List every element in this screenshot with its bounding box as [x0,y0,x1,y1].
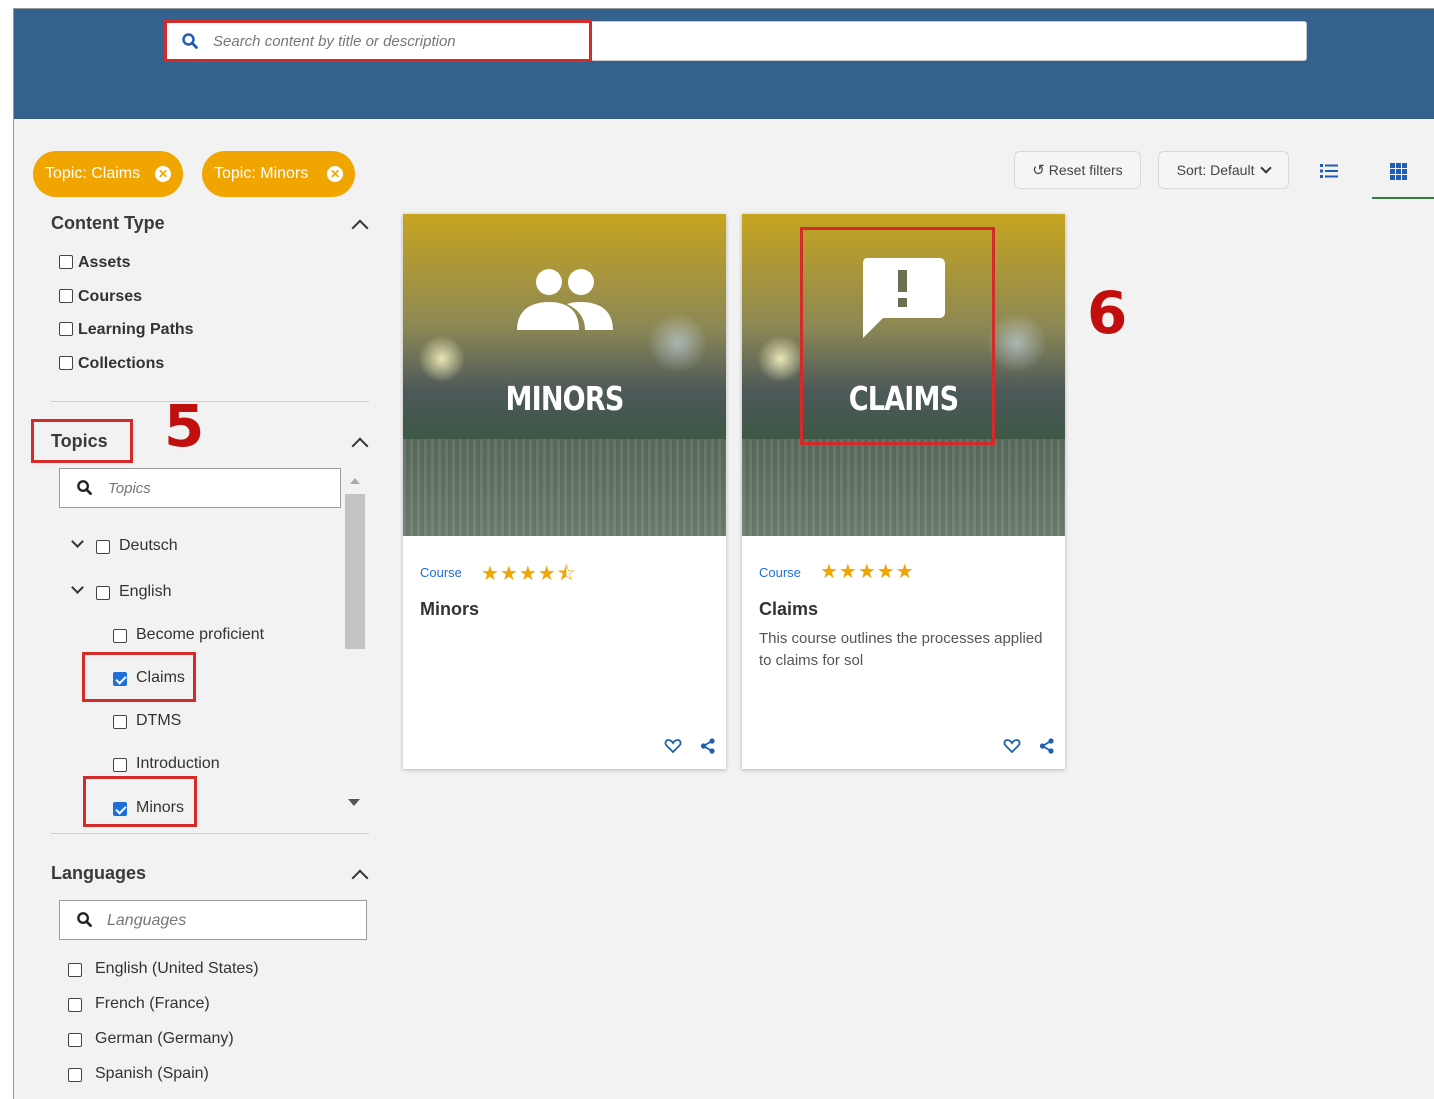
checkbox-assets[interactable] [59,255,73,269]
topics-search-input[interactable]: Topics [108,480,151,497]
minors-callout-box [83,776,197,827]
grid-view-icon[interactable] [1390,163,1407,185]
content-type-badge: Course [420,565,462,580]
rating-stars: ★★★★⯪ [481,563,577,585]
card-actions [664,738,716,759]
scroll-up-arrow-icon[interactable] [350,478,360,484]
share-icon[interactable] [1039,738,1055,759]
languages-search-input[interactable]: Languages [107,912,186,930]
chevron-up-icon[interactable] [351,437,369,455]
chevron-up-icon[interactable] [351,219,369,237]
topic-label: DTMS [136,712,182,729]
search-callout-box [164,20,592,62]
course-thumbnail: MINORS [403,214,726,536]
remove-chip-icon[interactable]: ✕ [155,166,171,182]
claims-callout-box [82,652,196,702]
checkbox-topic-dtms[interactable] [113,715,127,729]
checkbox-courses[interactable] [59,289,73,303]
stadium-turf [403,439,726,536]
search-icon [76,479,93,501]
sort-label: Sort: Default [1176,162,1255,178]
people-group-icon [515,266,615,337]
checkbox-topic-become-proficient[interactable] [113,629,127,643]
card-title[interactable]: Minors [420,599,479,620]
scroll-down-arrow-icon[interactable] [348,799,360,806]
checkbox-language-fr-fr[interactable] [68,998,82,1012]
topic-label: Deutsch [119,537,178,554]
annotation-step-5: 5 [164,392,205,460]
chevron-down-icon[interactable] [71,581,84,594]
heart-icon[interactable] [664,738,682,759]
chevron-down-icon [1260,162,1273,174]
thumbnail-text: MINORS [505,379,624,418]
reset-icon: ↺ [1032,162,1045,179]
stadium-turf [742,439,1065,536]
languages-search-field[interactable]: Languages [59,900,367,940]
checkbox-language-es-es[interactable] [68,1068,82,1082]
checkbox-topic-english[interactable] [96,586,110,600]
topics-search-field[interactable]: Topics [59,468,341,508]
sort-dropdown[interactable]: Sort: Default [1158,151,1289,189]
divider [51,833,369,834]
course-card-minors[interactable]: MINORS Course ★★★★⯪ Minors [403,214,726,769]
card-description: This course outlines the processes appli… [759,630,1043,669]
filter-chip-claims[interactable]: Topic: Claims ✕ [33,151,183,197]
scrollbar-thumb[interactable] [345,494,365,649]
checkbox-collections[interactable] [59,356,73,370]
card-actions [1003,738,1055,759]
content-type-label: Courses [78,288,143,305]
annotation-step-6: 6 [1087,279,1128,347]
language-label: German (Germany) [95,1030,234,1047]
chip-label: Topic: Claims [45,165,141,182]
reset-filters-button[interactable]: ↺ Reset filters [1014,151,1141,189]
language-label: English (United States) [95,960,259,977]
topic-label: Introduction [136,755,220,772]
claims-thumbnail-callout-box [800,227,995,445]
checkbox-language-en-us[interactable] [68,963,82,977]
language-label: French (France) [95,995,210,1012]
language-label: Spanish (Spain) [95,1065,209,1082]
chip-label: Topic: Minors [214,165,309,182]
checkbox-language-de-de[interactable] [68,1033,82,1047]
filter-chip-minors[interactable]: Topic: Minors ✕ [202,151,355,197]
app-frame: Search content by title or description T… [13,8,1434,1099]
content-type-heading: Content Type [51,213,165,233]
rating-stars: ★★★★★ [820,561,915,583]
active-view-indicator [1372,197,1434,199]
topic-label: Become proficient [136,626,265,643]
remove-chip-icon[interactable]: ✕ [327,166,343,182]
checkbox-topic-deutsch[interactable] [96,540,110,554]
share-icon[interactable] [700,738,716,759]
content-type-label: Learning Paths [78,321,194,338]
topics-callout-box [31,419,133,463]
search-icon [76,911,93,933]
reset-filters-label: Reset filters [1048,162,1123,178]
heart-icon[interactable] [1003,738,1021,759]
content-type-label: Assets [78,254,131,271]
chevron-down-icon[interactable] [71,535,84,548]
content-type-label: Collections [78,355,165,372]
divider [51,401,369,402]
checkbox-learning-paths[interactable] [59,322,73,336]
languages-heading: Languages [51,863,147,883]
checkbox-topic-introduction[interactable] [113,758,127,772]
card-title[interactable]: Claims [759,599,818,620]
content-type-badge: Course [759,565,801,580]
chevron-up-icon[interactable] [351,869,369,887]
list-view-icon[interactable] [1320,163,1338,184]
topic-label: English [119,583,172,600]
